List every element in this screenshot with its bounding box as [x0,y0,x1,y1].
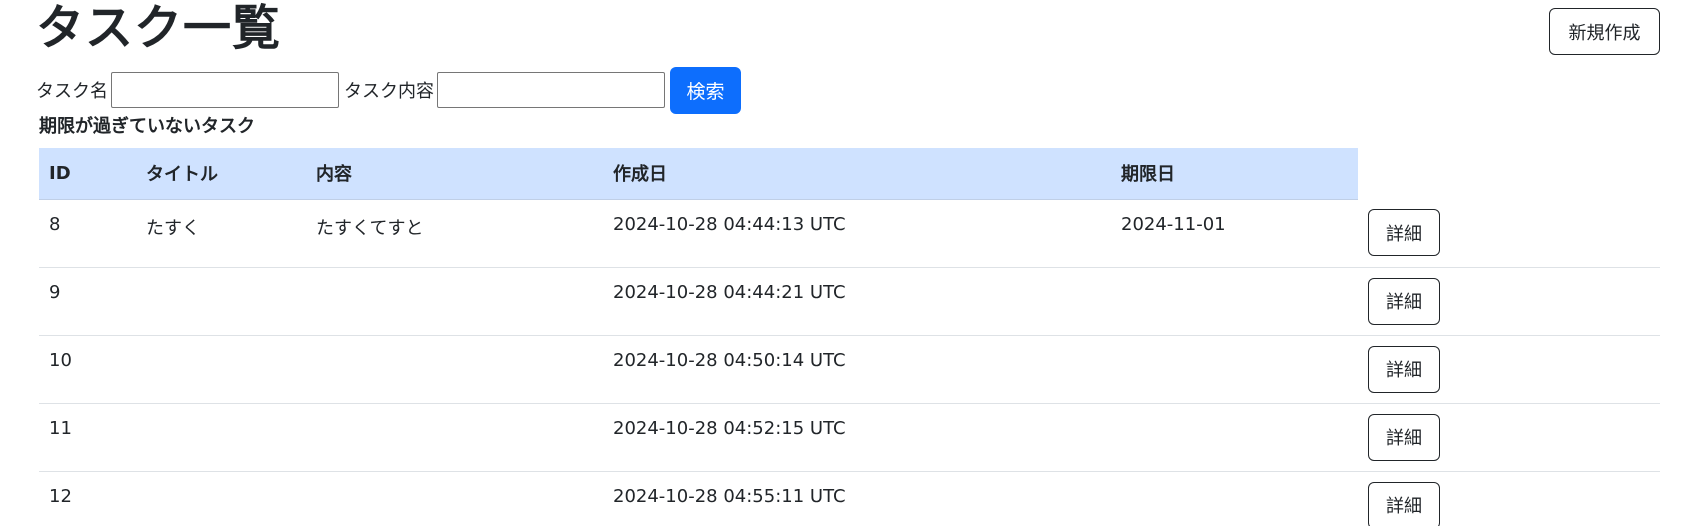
cell-actions: 詳細 [1358,403,1660,472]
detail-button[interactable]: 詳細 [1368,481,1440,526]
header-title: タイトル [136,148,306,200]
cell-id: 9 [39,267,136,336]
table-row: 11 2024-10-28 04:52:15 UTC 詳細 [39,403,1660,472]
task-content-input[interactable] [437,72,665,108]
page-title: タスク一覧 [36,0,282,56]
cell-title: たすく [136,199,306,268]
task-table: ID タイトル 内容 作成日 期限日 8 たすく たすくてすと 2024-10-… [39,148,1660,526]
table-row: 10 2024-10-28 04:50:14 UTC 詳細 [39,335,1660,404]
cell-content [306,403,603,472]
detail-button[interactable]: 詳細 [1368,345,1440,393]
search-form: タスク名 タスク内容 検索 [36,66,741,114]
cell-id: 8 [39,199,136,268]
cell-title [136,335,306,404]
cell-title [136,471,306,526]
cell-title [136,403,306,472]
table-row: 8 たすく たすくてすと 2024-10-28 04:44:13 UTC 202… [39,199,1660,268]
task-list-page: タスク一覧 新規作成 タスク名 タスク内容 検索 期限が過ぎていないタスク ID… [0,0,1682,526]
cell-actions: 詳細 [1358,335,1660,404]
search-button[interactable]: 検索 [670,66,741,114]
task-name-input[interactable] [111,72,339,108]
cell-due [1111,403,1358,472]
cell-id: 12 [39,471,136,526]
cell-due: 2024-11-01 [1111,199,1358,268]
header-id: ID [39,148,136,200]
header-content: 内容 [306,148,603,200]
cell-content [306,335,603,404]
section-title: 期限が過ぎていないタスク [39,116,255,137]
cell-title [136,267,306,336]
detail-button[interactable]: 詳細 [1368,277,1440,325]
cell-content [306,267,603,336]
cell-created: 2024-10-28 04:44:21 UTC [603,267,1111,336]
table-row: 12 2024-10-28 04:55:11 UTC 詳細 [39,471,1660,526]
new-task-button[interactable]: 新規作成 [1549,8,1660,55]
cell-due [1111,471,1358,526]
cell-id: 11 [39,403,136,472]
cell-actions: 詳細 [1358,199,1660,268]
task-content-label: タスク内容 [344,81,434,102]
cell-due [1111,267,1358,336]
cell-content [306,471,603,526]
table-header-row: ID タイトル 内容 作成日 期限日 [39,148,1660,200]
task-name-label: タスク名 [36,81,108,102]
cell-id: 10 [39,335,136,404]
cell-due [1111,335,1358,404]
detail-button[interactable]: 詳細 [1368,413,1440,461]
header-actions [1358,148,1660,199]
cell-created: 2024-10-28 04:50:14 UTC [603,335,1111,404]
cell-created: 2024-10-28 04:52:15 UTC [603,403,1111,472]
table-row: 9 2024-10-28 04:44:21 UTC 詳細 [39,267,1660,336]
header-created: 作成日 [603,148,1111,200]
cell-actions: 詳細 [1358,267,1660,336]
cell-actions: 詳細 [1358,471,1660,526]
detail-button[interactable]: 詳細 [1368,209,1440,256]
cell-created: 2024-10-28 04:44:13 UTC [603,199,1111,268]
cell-created: 2024-10-28 04:55:11 UTC [603,471,1111,526]
cell-content: たすくてすと [306,199,603,268]
header-due: 期限日 [1111,148,1358,200]
